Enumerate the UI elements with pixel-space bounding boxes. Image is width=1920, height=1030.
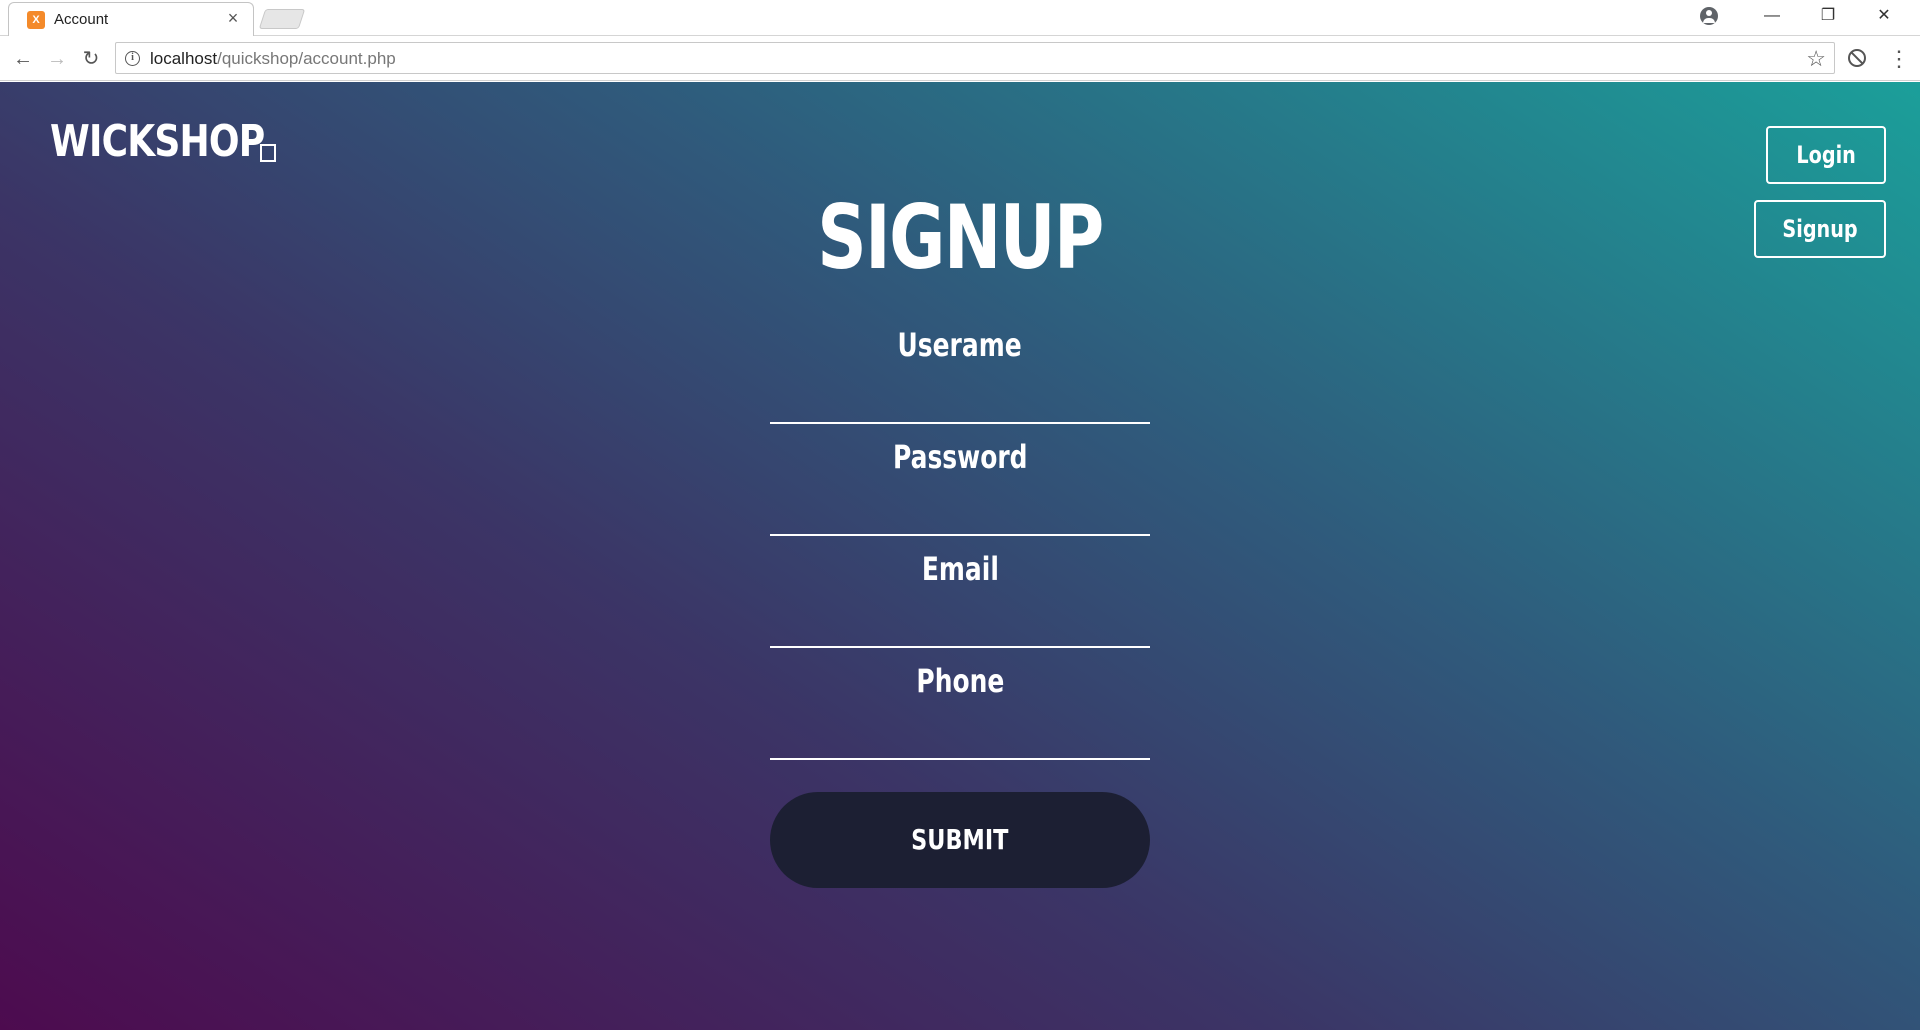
- login-label: Login: [1796, 141, 1856, 169]
- profile-icon[interactable]: [1700, 7, 1718, 25]
- tab-account[interactable]: X Account ×: [8, 2, 254, 36]
- brand-logo[interactable]: WICKSHOP: [50, 116, 265, 167]
- url-host: localhost: [150, 49, 218, 68]
- username-input[interactable]: [770, 378, 1150, 424]
- minimize-button[interactable]: —: [1744, 0, 1800, 32]
- info-icon[interactable]: i: [125, 51, 140, 66]
- page-background: WICKSHOP Login Signup SIGNUP Userame Pas…: [0, 82, 1920, 1030]
- tab-title: Account: [54, 11, 109, 28]
- submit-label: SUBMIT: [911, 823, 1009, 856]
- menu-icon[interactable]: ⋮: [1888, 45, 1910, 73]
- close-window-button[interactable]: ✕: [1856, 0, 1912, 32]
- missing-glyph-icon: [260, 144, 276, 162]
- phone-input[interactable]: [770, 714, 1150, 760]
- submit-button[interactable]: SUBMIT: [770, 792, 1150, 888]
- username-label-text: Userame: [897, 326, 1023, 364]
- url-path: /quickshop/account.php: [217, 49, 396, 68]
- phone-label-text: Phone: [916, 662, 1004, 700]
- password-label: Password: [770, 438, 1150, 476]
- username-label: Userame: [770, 326, 1150, 364]
- email-field: Email: [770, 550, 1150, 662]
- signup-label: Signup: [1782, 215, 1858, 243]
- phone-field: Phone: [770, 662, 1150, 774]
- email-label: Email: [770, 550, 1150, 588]
- new-tab-button[interactable]: [258, 9, 306, 29]
- tab-strip: X Account × — ❐ ✕: [0, 0, 1920, 36]
- back-icon[interactable]: ←: [8, 44, 38, 74]
- xampp-favicon-icon: X: [27, 11, 45, 29]
- username-field: Userame: [770, 326, 1150, 438]
- address-bar[interactable]: i localhost/quickshop/account.php ☆: [115, 42, 1835, 74]
- password-input[interactable]: [770, 490, 1150, 536]
- form-title-text: SIGNUP: [817, 186, 1104, 289]
- form-title: SIGNUP: [760, 186, 1160, 289]
- phone-label: Phone: [770, 662, 1150, 700]
- bookmark-star-icon[interactable]: ☆: [1806, 46, 1826, 72]
- restore-button[interactable]: ❐: [1800, 0, 1856, 32]
- tab-close-icon[interactable]: ×: [223, 8, 243, 28]
- email-input[interactable]: [770, 602, 1150, 648]
- password-label-text: Password: [892, 438, 1028, 476]
- login-button[interactable]: Login: [1766, 126, 1886, 184]
- reload-icon[interactable]: ↻: [76, 44, 106, 74]
- password-field: Password: [770, 438, 1150, 550]
- url-text[interactable]: localhost/quickshop/account.php: [150, 49, 396, 69]
- forward-icon[interactable]: →: [42, 44, 72, 74]
- block-icon[interactable]: [1848, 49, 1866, 67]
- email-label-text: Email: [921, 550, 999, 588]
- browser-toolbar: ← → ↻ i localhost/quickshop/account.php …: [0, 37, 1920, 81]
- signup-button[interactable]: Signup: [1754, 200, 1886, 258]
